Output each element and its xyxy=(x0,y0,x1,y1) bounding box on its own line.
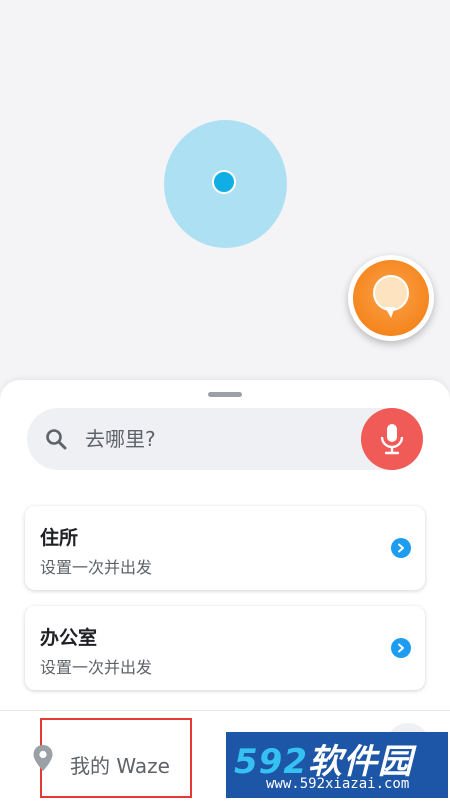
watermark-url: www.592xiazai.com xyxy=(266,776,410,792)
favorite-home-card[interactable]: 住所 设置一次并出发 xyxy=(25,506,425,590)
voice-search-button[interactable] xyxy=(361,408,423,470)
favorite-title: 办公室 xyxy=(40,627,98,649)
report-icon xyxy=(353,260,429,336)
search-placeholder: 去哪里? xyxy=(85,427,156,451)
chevron-right-icon[interactable] xyxy=(391,638,411,658)
report-button[interactable] xyxy=(348,255,434,341)
search-bar[interactable]: 去哪里? xyxy=(27,408,423,470)
microphone-icon xyxy=(380,424,404,455)
current-location-dot xyxy=(212,170,236,194)
favorite-subtitle: 设置一次并出发 xyxy=(40,558,153,577)
sheet-drag-handle[interactable] xyxy=(208,392,242,397)
chevron-right-icon[interactable] xyxy=(391,538,411,558)
my-waze-button[interactable]: 我的 Waze xyxy=(33,718,192,798)
watermark-logo: 592软件园 www.592xiazai.com xyxy=(226,732,448,798)
favorite-subtitle: 设置一次并出发 xyxy=(40,658,153,677)
search-icon xyxy=(46,429,67,450)
my-waze-label: 我的 Waze xyxy=(70,754,170,778)
location-pin-icon xyxy=(33,745,53,771)
bottom-sheet: 去哪里? 住所 设置一次并出发 办公室 设置一次并出发 xyxy=(0,380,450,710)
map-view[interactable] xyxy=(0,0,450,400)
favorite-title: 住所 xyxy=(40,527,79,549)
favorite-work-card[interactable]: 办公室 设置一次并出发 xyxy=(25,606,425,690)
